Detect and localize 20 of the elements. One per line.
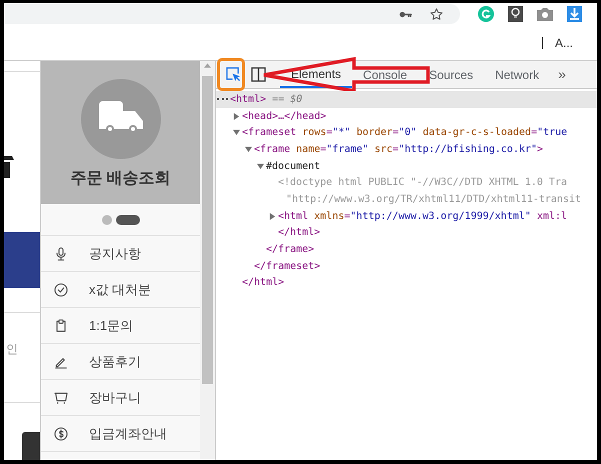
devtools-tab[interactable]: Network [484,61,550,88]
code-line: </html> [278,226,320,240]
code-line: <head>…</head> [242,110,326,124]
code-line: <html> == $0 [230,92,302,107]
code-line: <html xmlns="http://www.w3.org/1999/xhtml" xml:l [278,210,568,224]
code-line: </frame> [266,243,314,258]
devtools-tab[interactable]: Elements [280,61,352,88]
code-line: #document [266,160,320,174]
code-line: <frame name="frame" src="http://bfishing.co.kr"> [254,142,544,157]
page-text: 인 [5,341,19,358]
code-line: <frameset rows="*" border="0" data-gr-c-s-loaded="true [242,126,568,140]
code-line: </html> [242,276,284,290]
code-line: </frameset> [254,260,320,274]
code-line: <!doctype html PUBLIC "-//W3C//DTD XHTML 1.0 Tra [278,176,567,190]
card-title: 주문 배송조회 [70,169,171,189]
order-tracking-card[interactable]: 주문 배송조회 [41,61,200,204]
account-name[interactable]: A... [554,34,573,52]
more-tabs-button[interactable]: » [550,61,574,88]
code-line: "http://www.w3.org/TR/xhtml11/DTD/xhtml11-transit [286,192,582,207]
devtools-tab[interactable]: Console [352,61,418,88]
